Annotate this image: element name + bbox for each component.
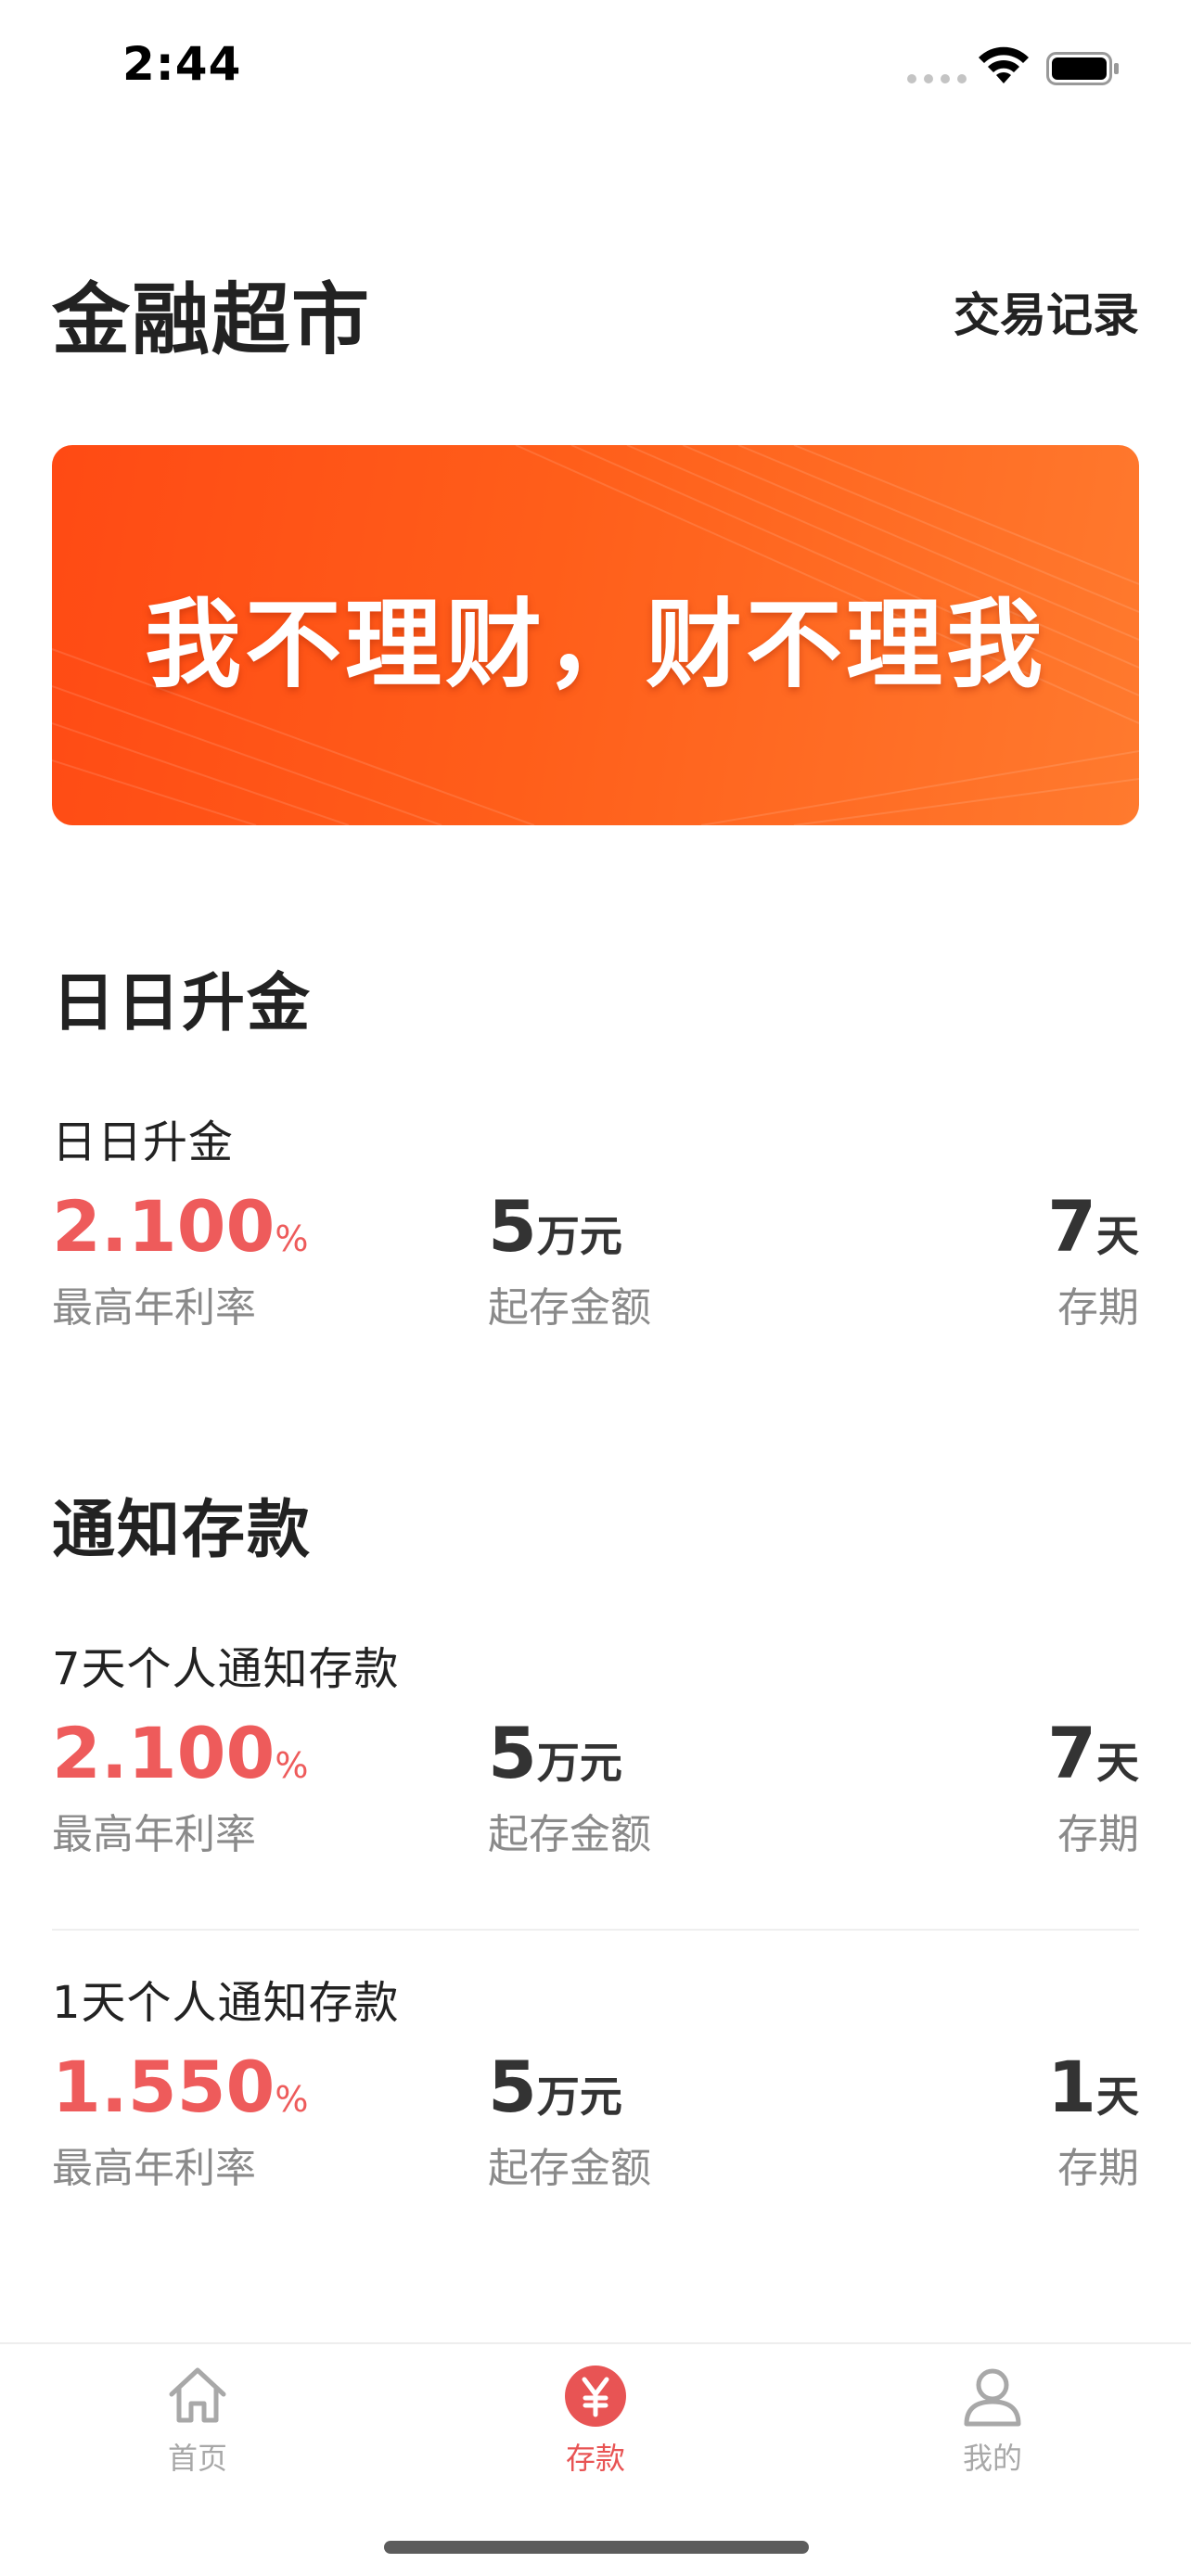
period-label: 存期: [1057, 1811, 1139, 1858]
product-card-7day-notice[interactable]: 7天个人通知存款 2.100% 最高年利率 5万元 起存金额 7天 存期: [52, 1632, 1139, 1869]
amount-label: 起存金额: [488, 2145, 651, 2192]
product-name: 7天个人通知存款: [52, 1643, 400, 1695]
period-unit: 天: [1096, 1738, 1139, 1788]
period-metric: 7天 存期: [1047, 1185, 1139, 1333]
amount-metric: 5万元 起存金额: [488, 1185, 651, 1333]
tab-mine[interactable]: 我的: [900, 2363, 1085, 2478]
transaction-records-link[interactable]: 交易记录: [954, 278, 1139, 345]
status-time: 2:44: [122, 37, 242, 91]
amount-value: 5: [488, 2046, 537, 2128]
yen-icon: [565, 2366, 626, 2427]
wifi-icon: [979, 46, 1029, 83]
section-title-ririshengjin: 日日升金: [52, 967, 313, 1040]
battery-icon: [1046, 52, 1119, 85]
rate-metric: 1.550% 最高年利率: [52, 2046, 309, 2194]
rate-value: 2.100: [52, 1712, 275, 1794]
rate-unit: %: [275, 2079, 309, 2120]
product-name: 1天个人通知存款: [52, 1977, 400, 2029]
product-metrics: 1.550% 最高年利率 5万元 起存金额 1天 存期: [52, 2046, 1139, 2203]
section-title-tongzhicunkuan: 通知存款: [52, 1494, 313, 1567]
promo-banner[interactable]: 我不理财，财不理我: [52, 445, 1139, 825]
rate-label: 最高年利率: [52, 1284, 256, 1332]
product-name: 日日升金: [52, 1116, 235, 1168]
amount-value: 5: [488, 1185, 537, 1268]
rate-metric: 2.100% 最高年利率: [52, 1185, 309, 1333]
product-metrics: 2.100% 最高年利率 5万元 起存金额 7天 存期: [52, 1712, 1139, 1869]
period-metric: 7天 存期: [1047, 1712, 1139, 1860]
rate-value: 2.100: [52, 1185, 275, 1268]
period-value: 7: [1047, 1185, 1096, 1268]
rate-unit: %: [275, 1218, 309, 1259]
banner-slogan: 我不理财，财不理我: [144, 587, 1046, 701]
amount-unit: 万元: [536, 1211, 622, 1261]
period-unit: 天: [1096, 2072, 1139, 2122]
rate-unit: %: [275, 1745, 309, 1786]
amount-unit: 万元: [536, 2072, 622, 2122]
screen: 2:44 金融超市 交易记录 我不理财，财不理我 日日升金 日日升金 2.100…: [0, 0, 1191, 2576]
tab-deposit-label: 存款: [565, 2441, 625, 2476]
product-divider: [52, 1929, 1139, 1931]
period-metric: 1天 存期: [1047, 2046, 1139, 2194]
product-card-ririshengjin[interactable]: 日日升金 2.100% 最高年利率 5万元 起存金额 7天 存期: [52, 1105, 1139, 1343]
rate-metric: 2.100% 最高年利率: [52, 1712, 309, 1860]
period-label: 存期: [1057, 2145, 1139, 2192]
rate-label: 最高年利率: [52, 1811, 256, 1858]
product-card-1day-notice[interactable]: 1天个人通知存款 1.550% 最高年利率 5万元 起存金额 1天 存期: [52, 1966, 1139, 2203]
amount-value: 5: [488, 1712, 537, 1794]
product-metrics: 2.100% 最高年利率 5万元 起存金额 7天 存期: [52, 1185, 1139, 1343]
page-title: 金融超市: [52, 274, 372, 365]
period-value: 7: [1047, 1712, 1096, 1794]
period-value: 1: [1047, 2046, 1096, 2128]
rate-value: 1.550: [52, 2046, 275, 2128]
amount-metric: 5万元 起存金额: [488, 2046, 651, 2194]
user-icon: [964, 2368, 1021, 2427]
tab-mine-label: 我的: [962, 2441, 1022, 2476]
tab-deposit[interactable]: 存款: [503, 2363, 688, 2478]
tab-home[interactable]: 首页: [105, 2363, 290, 2478]
status-bar: 2:44: [0, 0, 1191, 130]
period-label: 存期: [1057, 1284, 1139, 1332]
home-indicator[interactable]: [384, 2541, 809, 2554]
amount-label: 起存金额: [488, 1811, 651, 1858]
signal-icon: [907, 74, 967, 83]
tab-home-label: 首页: [167, 2441, 227, 2476]
amount-unit: 万元: [536, 1738, 622, 1788]
amount-label: 起存金额: [488, 1284, 651, 1332]
rate-label: 最高年利率: [52, 2145, 256, 2192]
period-unit: 天: [1096, 1211, 1139, 1261]
home-icon: [169, 2367, 226, 2423]
amount-metric: 5万元 起存金额: [488, 1712, 651, 1860]
